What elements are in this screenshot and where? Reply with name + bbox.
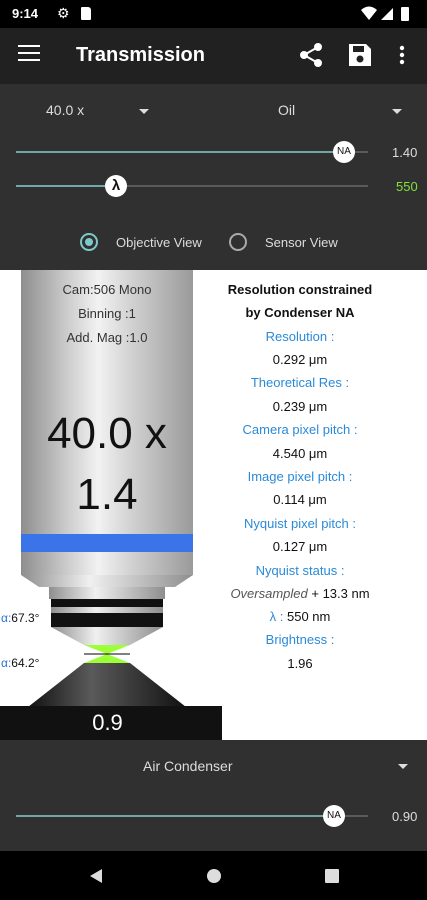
wavelength-slider-thumb[interactable]: λ <box>105 175 127 197</box>
condenser-na-slider-thumb[interactable]: NA <box>323 805 345 827</box>
nyquist-status-value: + 13.3 nm <box>311 586 370 601</box>
constraint-heading-1: Resolution constrained <box>227 282 373 297</box>
immersion-chevron-icon[interactable] <box>392 109 402 114</box>
back-icon[interactable] <box>89 868 103 884</box>
more-options-icon[interactable] <box>398 44 406 66</box>
brightness-label: Brightness : <box>265 632 335 647</box>
objective-view-radio-circle[interactable] <box>80 233 98 251</box>
objective-na: 1.4 <box>76 470 138 519</box>
objective-magnification: 40.0 x <box>47 409 167 458</box>
alpha-symbol: α: <box>1 656 12 670</box>
immersion-select[interactable]: Oil <box>278 102 295 118</box>
add-mag-label: Add. Mag :1.0 <box>66 330 148 345</box>
navigation-bar <box>0 851 427 900</box>
condenser-angle-value: 64.2° <box>11 656 40 670</box>
na-slider-thumb[interactable]: NA <box>333 141 355 163</box>
condenser-na-display: 0.9 <box>92 710 123 735</box>
sensor-view-label[interactable]: Sensor View <box>265 235 338 250</box>
status-bar: 9:14 ⚙ <box>0 0 427 28</box>
image-pitch-label: Image pixel pitch : <box>247 469 353 484</box>
lambda-value: 550 nm <box>286 609 331 624</box>
camera-pitch-value: 4.540 μm <box>272 446 328 461</box>
recents-icon[interactable] <box>325 869 339 883</box>
condenser-panel: Air Condenser NA 0.90 <box>0 740 427 851</box>
nyquist-status: Oversampled + 13.3 nm <box>200 586 400 601</box>
lambda-label: λ : <box>269 609 284 624</box>
nyquist-pitch-label: Nyquist pixel pitch : <box>244 516 356 531</box>
status-time: 9:14 <box>12 6 39 21</box>
brightness-value: 1.96 <box>287 656 313 671</box>
nyquist-status-word: Oversampled <box>230 586 308 601</box>
wifi-battery-icons <box>361 6 409 21</box>
na-value: 1.40 <box>392 145 418 160</box>
objective-view-label[interactable]: Objective View <box>116 235 202 250</box>
theoretical-res-label: Theoretical Res : <box>250 375 350 390</box>
objective-angle-value: 67.3° <box>11 611 40 625</box>
wavelength-slider-rest[interactable] <box>116 185 368 187</box>
wavelength-row: λ : 550 nm <box>200 609 400 624</box>
camera-label: Cam:506 Mono <box>62 282 152 297</box>
wavelength-value: 550 <box>396 179 418 194</box>
theoretical-res-value: 0.239 μm <box>272 399 328 414</box>
condenser-angle-label: α:64.2° <box>1 656 39 670</box>
constraint-heading-2: by Condenser NA <box>245 305 355 320</box>
condenser-na-slider-track[interactable] <box>16 815 334 817</box>
nyquist-pitch-value: 0.127 μm <box>272 539 328 554</box>
magnification-chevron-icon[interactable] <box>139 109 149 114</box>
settings-status-icon: ⚙ <box>57 5 70 21</box>
controls-panel: 40.0 x Oil NA 1.40 λ 550 Objective View … <box>0 84 427 270</box>
na-slider-track[interactable] <box>16 151 344 153</box>
main-view: Cam:506 Mono Binning :1 Add. Mag :1.0 40… <box>0 270 427 740</box>
magnification-select[interactable]: 40.0 x <box>46 102 84 118</box>
alpha-symbol: α: <box>1 611 12 625</box>
resolution-label: Resolution : <box>265 329 335 344</box>
condenser-na-value: 0.90 <box>392 809 418 824</box>
nyquist-status-label: Nyquist status : <box>255 563 345 578</box>
wavelength-slider-track[interactable] <box>16 185 116 187</box>
menu-icon[interactable] <box>18 45 40 65</box>
binning-label: Binning :1 <box>78 306 136 321</box>
objective-angle-label: α:67.3° <box>1 611 39 625</box>
home-icon[interactable] <box>206 868 222 884</box>
save-icon[interactable] <box>347 42 373 68</box>
app-title: Transmission <box>76 44 205 66</box>
condenser-type-select[interactable]: Air Condenser <box>143 758 233 774</box>
sd-card-icon <box>81 7 91 20</box>
image-pitch-value: 0.114 μm <box>273 492 327 507</box>
objective-color-band <box>21 534 193 552</box>
resolution-value: 0.292 μm <box>272 352 328 367</box>
camera-pitch-label: Camera pixel pitch : <box>242 422 358 437</box>
app-bar: Transmission <box>0 28 427 84</box>
sensor-view-radio-circle[interactable] <box>229 233 247 251</box>
condenser-chevron-icon[interactable] <box>398 764 408 769</box>
share-icon[interactable] <box>298 42 324 68</box>
